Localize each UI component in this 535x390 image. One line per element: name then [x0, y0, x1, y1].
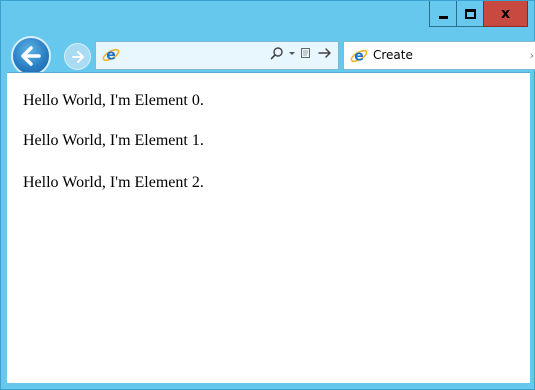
close-icon: x [500, 5, 511, 22]
back-arrow-icon [21, 46, 41, 66]
forward-arrow-icon [71, 50, 84, 63]
svg-text:e: e [354, 49, 364, 65]
ie-icon: e [350, 49, 368, 65]
maximize-button[interactable] [456, 1, 483, 27]
tab-label: Create [373, 48, 413, 62]
page-content: Hello World, I'm Element 0. Hello World,… [7, 72, 530, 383]
forward-button[interactable] [64, 43, 91, 70]
go-arrow-icon[interactable] [318, 46, 332, 60]
minimize-icon [438, 16, 448, 19]
tab-create[interactable]: e Create › [343, 41, 535, 70]
svg-text:e: e [106, 48, 116, 64]
search-icon[interactable] [270, 46, 284, 60]
ie-icon: e [102, 48, 120, 64]
back-button[interactable] [11, 36, 51, 76]
tab-scroll-icon[interactable]: › [530, 49, 534, 62]
close-button[interactable]: x [483, 1, 528, 27]
browser-window: x e e Create › Hello World, I'm Element … [0, 0, 535, 390]
compatibility-view-icon[interactable] [300, 46, 314, 60]
maximize-icon [464, 8, 476, 19]
window-controls: x [429, 1, 528, 28]
element-0-text: Hello World, I'm Element 0. [23, 92, 204, 109]
element-2-text: Hello World, I'm Element 2. [23, 174, 204, 191]
dropdown-arrow-icon[interactable] [288, 46, 296, 60]
element-1-text: Hello World, I'm Element 1. [23, 132, 204, 149]
minimize-button[interactable] [429, 1, 456, 27]
address-tools [270, 46, 332, 60]
address-bar[interactable]: e [95, 41, 339, 70]
